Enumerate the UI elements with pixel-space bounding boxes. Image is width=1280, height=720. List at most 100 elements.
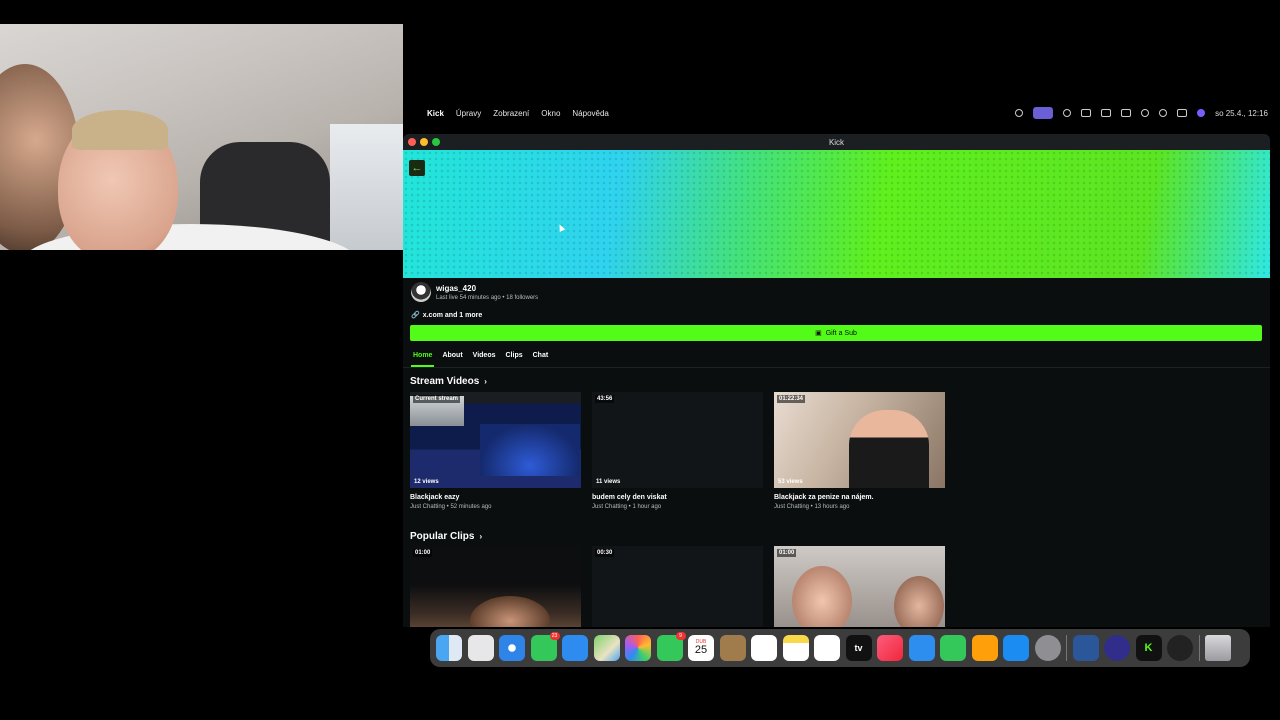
- control-center-icon[interactable]: [1177, 109, 1188, 117]
- music-icon[interactable]: [877, 635, 903, 661]
- battery-icon[interactable]: [1101, 109, 1112, 117]
- video-meta: Just Chatting • 52 minutes ago: [410, 504, 492, 510]
- popular-clips-title: Popular Clips: [410, 531, 475, 542]
- tv-label: tv: [854, 643, 863, 653]
- numbers-icon[interactable]: [940, 635, 966, 661]
- chevron-right-icon: ›: [479, 532, 483, 541]
- channel-profile: wigas_420 Last live 54 minutes ago • 18 …: [411, 282, 538, 302]
- menu-edit[interactable]: Úpravy: [456, 109, 481, 118]
- video-meta: Just Chatting • 13 hours ago: [774, 504, 850, 510]
- video-tag: Current stream: [413, 395, 461, 403]
- video-title[interactable]: Blackjack eazy: [410, 494, 581, 501]
- gift-sub-button[interactable]: ▣ Gift a Sub: [410, 325, 1262, 341]
- notes-icon[interactable]: [782, 635, 809, 661]
- safari-icon[interactable]: [499, 635, 525, 661]
- tab-about[interactable]: About: [440, 350, 464, 367]
- stream-videos-heading[interactable]: Stream Videos ›: [410, 376, 487, 387]
- tab-clips[interactable]: Clips: [504, 350, 525, 367]
- pages-icon[interactable]: [971, 635, 998, 661]
- keynote-icon[interactable]: [908, 635, 935, 661]
- mail-icon[interactable]: [562, 635, 588, 661]
- calendar-day: 25: [694, 644, 708, 656]
- status-icon[interactable]: [1015, 109, 1024, 117]
- video-card[interactable]: 43:56 11 views budem cely den viskat Jus…: [592, 392, 763, 510]
- macos-dock: 23 9 DUB 25 tv K: [430, 629, 1250, 667]
- channel-links-label[interactable]: x.com and 1 more: [423, 312, 483, 319]
- app-store-icon[interactable]: [1003, 635, 1029, 661]
- gift-icon: ▣: [815, 330, 822, 337]
- menu-view[interactable]: Zobrazení: [493, 109, 529, 118]
- webcam-overlay: [0, 24, 403, 250]
- dock-separator: [1066, 635, 1067, 661]
- search-icon[interactable]: [1159, 109, 1168, 117]
- video-meta: Just Chatting • 1 hour ago: [592, 504, 662, 510]
- back-arrow-icon[interactable]: ←: [409, 160, 425, 176]
- launchpad-icon[interactable]: [467, 635, 494, 661]
- system-settings-icon[interactable]: [1034, 635, 1061, 661]
- zoom-icon[interactable]: [432, 138, 440, 146]
- gift-sub-label: Gift a Sub: [825, 329, 857, 337]
- facetime-badge: 9: [675, 632, 686, 640]
- avatar[interactable]: [411, 282, 431, 302]
- clip-thumbnail[interactable]: 00:30: [592, 546, 763, 627]
- calendar-icon[interactable]: DUB 25: [688, 635, 714, 661]
- video-views: 53 views: [778, 479, 803, 485]
- video-title[interactable]: Blackjack za penize na nájem.: [774, 494, 945, 501]
- clip-thumbnail[interactable]: 01:00: [774, 546, 945, 627]
- tv-icon[interactable]: tv: [845, 635, 872, 661]
- wifi-icon[interactable]: [1141, 109, 1150, 117]
- messages-badge: 23: [549, 632, 560, 640]
- link-icon: 🔗: [411, 312, 420, 319]
- chatgpt-icon[interactable]: [1167, 635, 1193, 661]
- kick-icon[interactable]: K: [1135, 635, 1162, 661]
- facetime-icon[interactable]: 9: [656, 632, 686, 661]
- video-title[interactable]: budem cely den viskat: [592, 494, 763, 501]
- obs-icon[interactable]: [1104, 635, 1130, 661]
- contacts-icon[interactable]: [719, 635, 746, 661]
- dock-separator: [1198, 635, 1200, 661]
- channel-tabs: Home About Videos Clips Chat: [411, 350, 550, 367]
- photos-icon[interactable]: [625, 635, 651, 661]
- menubar-clock[interactable]: so 25.4., 12:16: [1215, 109, 1268, 118]
- tab-videos[interactable]: Videos: [471, 350, 498, 367]
- video-card[interactable]: Current stream 12 views Blackjack eazy J…: [410, 392, 581, 510]
- siri-icon[interactable]: [1197, 109, 1206, 117]
- battery-level-icon[interactable]: [1121, 109, 1132, 117]
- screen-mirroring-icon[interactable]: [1033, 107, 1054, 119]
- clip-card[interactable]: 01:00: [774, 546, 945, 627]
- channel-username[interactable]: wigas_420: [436, 284, 538, 293]
- finder-icon[interactable]: [436, 635, 462, 661]
- clip-duration: 00:30: [595, 549, 615, 557]
- chevron-right-icon: ›: [484, 377, 487, 386]
- trash-icon[interactable]: [1205, 635, 1231, 661]
- menu-help[interactable]: Nápověda: [572, 109, 608, 118]
- macos-menubar: Kick Úpravy Zobrazení Okno Nápověda so 2…: [403, 102, 1280, 124]
- video-duration: 01:22:34: [777, 395, 806, 403]
- reminders-icon[interactable]: [751, 635, 777, 661]
- popular-clips-heading[interactable]: Popular Clips ›: [410, 531, 482, 542]
- clip-duration: 01:00: [777, 549, 797, 557]
- play-icon[interactable]: [1063, 109, 1072, 117]
- freeform-icon[interactable]: [814, 635, 840, 661]
- channel-banner: [403, 150, 1270, 278]
- menu-app-name[interactable]: Kick: [427, 109, 444, 118]
- menu-window[interactable]: Okno: [541, 109, 560, 118]
- close-icon[interactable]: [408, 138, 416, 146]
- word-icon[interactable]: [1072, 635, 1099, 661]
- tab-chat[interactable]: Chat: [531, 350, 551, 367]
- keyboard-icon[interactable]: [1081, 109, 1092, 117]
- channel-links[interactable]: 🔗 x.com and 1 more: [411, 311, 483, 320]
- clip-thumbnail[interactable]: 01:00: [410, 546, 581, 627]
- maps-icon[interactable]: [593, 635, 620, 661]
- minimize-icon[interactable]: [420, 138, 428, 146]
- clip-duration: 01:00: [413, 549, 433, 557]
- video-thumbnail[interactable]: Current stream 12 views: [410, 392, 581, 488]
- tab-home[interactable]: Home: [411, 350, 435, 367]
- clip-card[interactable]: 00:30: [592, 546, 763, 627]
- video-card[interactable]: 01:22:34 53 views Blackjack za penize na…: [774, 392, 945, 510]
- messages-icon[interactable]: 23: [530, 632, 560, 661]
- clip-card[interactable]: 01:00: [410, 546, 581, 627]
- video-duration: 43:56: [595, 395, 615, 403]
- video-thumbnail[interactable]: 01:22:34 53 views: [774, 392, 945, 488]
- video-thumbnail[interactable]: 43:56 11 views: [592, 392, 763, 488]
